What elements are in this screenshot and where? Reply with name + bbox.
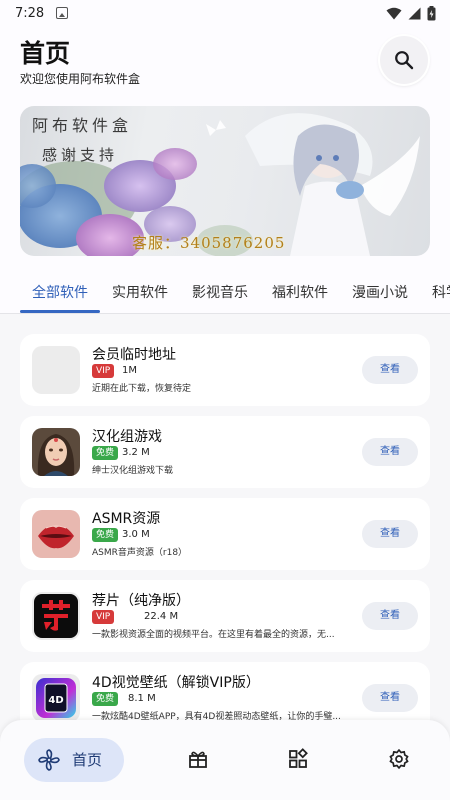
banner-contact: 客服：3405876205: [132, 234, 286, 252]
app-size: 3.0 M: [122, 529, 150, 540]
gift-icon: [189, 751, 207, 768]
category-tabs: 全部软件 实用软件 影视音乐 福利软件 漫画小说 科学: [0, 270, 450, 314]
tab-science[interactable]: 科学: [432, 270, 450, 313]
view-button[interactable]: 查看: [362, 438, 418, 466]
app-description: 一款影视资源全面的视频平台。在这里有着最全的资源，无...: [92, 630, 335, 640]
view-button[interactable]: 查看: [362, 602, 418, 630]
tab-comics-novels[interactable]: 漫画小说: [352, 270, 408, 313]
promo-banner[interactable]: 阿布软件盒 感谢支持 客服：3405876205: [20, 106, 430, 256]
nav-settings[interactable]: [388, 748, 412, 772]
4d-wallpaper-app-icon: 4D: [32, 674, 80, 722]
page-subtitle: 欢迎您使用阿布软件盒: [20, 72, 141, 86]
tab-utility[interactable]: 实用软件: [112, 270, 168, 313]
blank-app-icon: [32, 346, 80, 394]
app-size: 8.1 M: [128, 693, 156, 704]
page-title: 首页: [20, 39, 71, 68]
vip-badge: VIP: [92, 610, 115, 624]
view-button[interactable]: 查看: [362, 684, 418, 712]
app-card[interactable]: ASMR资源 免费 3.0 M ASMR音声资源（r18） 查看: [20, 498, 430, 570]
status-bar: 7:28: [0, 0, 450, 26]
status-icons: [386, 5, 436, 21]
app-name: 荐片（纯净版）: [92, 593, 190, 609]
app-card[interactable]: 荐片（纯净版） VIP 22.4 M 一款影视资源全面的视频平台。在这里有着最全…: [20, 580, 430, 652]
vip-badge: VIP: [92, 364, 115, 378]
status-time: 7:28: [15, 5, 45, 21]
tab-video-music[interactable]: 影视音乐: [192, 270, 248, 313]
banner-thanks: 感谢支持: [42, 146, 119, 164]
svg-text:4D: 4D: [48, 695, 63, 706]
app-size: 1M: [122, 365, 137, 376]
battery-charging-icon: [427, 5, 436, 20]
wifi-icon: [386, 7, 402, 19]
bottom-nav: 首页: [0, 720, 450, 800]
app-size: 3.2 M: [122, 447, 150, 458]
tab-all[interactable]: 全部软件: [32, 270, 88, 313]
app-card[interactable]: 会员临时地址 VIP 1M 近期在此下载，恢复待定 查看: [20, 334, 430, 406]
cell-signal-icon: [408, 7, 421, 19]
apps-grid-icon: [289, 748, 308, 768]
jianpian-app-icon: [32, 592, 80, 640]
free-badge: 免费: [92, 692, 119, 706]
app-name: 汉化组游戏: [92, 429, 162, 445]
app-name: 4D视觉壁纸（解锁VIP版）: [92, 675, 260, 691]
view-button[interactable]: 查看: [362, 520, 418, 548]
gallery-notification-icon: [56, 7, 69, 19]
app-name: 会员临时地址: [92, 347, 176, 363]
nav-home[interactable]: 首页: [24, 738, 124, 782]
view-button[interactable]: 查看: [362, 356, 418, 384]
app-description: ASMR音声资源（r18）: [92, 548, 188, 558]
settings-gear-icon: [389, 749, 409, 769]
app-card[interactable]: 汉化组游戏 免费 3.2 M 绅士汉化组游戏下载 查看: [20, 416, 430, 488]
free-badge: 免费: [92, 528, 119, 542]
search-icon: [395, 51, 414, 70]
anime-girl-app-icon: [32, 428, 80, 476]
search-button[interactable]: [380, 36, 428, 84]
app-name: ASMR资源: [92, 511, 161, 527]
lips-app-icon: [32, 510, 80, 558]
tab-welfare[interactable]: 福利软件: [272, 270, 328, 313]
app-description: 绅士汉化组游戏下载: [92, 466, 174, 476]
nav-home-label: 首页: [72, 751, 103, 769]
free-badge: 免费: [92, 446, 119, 460]
app-size: 22.4 M: [144, 611, 179, 622]
nav-apps[interactable]: [287, 748, 311, 772]
nav-gift[interactable]: [187, 748, 211, 772]
home-icon: [38, 749, 60, 771]
banner-title: 阿布软件盒: [32, 116, 133, 135]
app-description: 近期在此下载，恢复待定: [92, 384, 192, 394]
active-tab-indicator: [20, 310, 100, 313]
